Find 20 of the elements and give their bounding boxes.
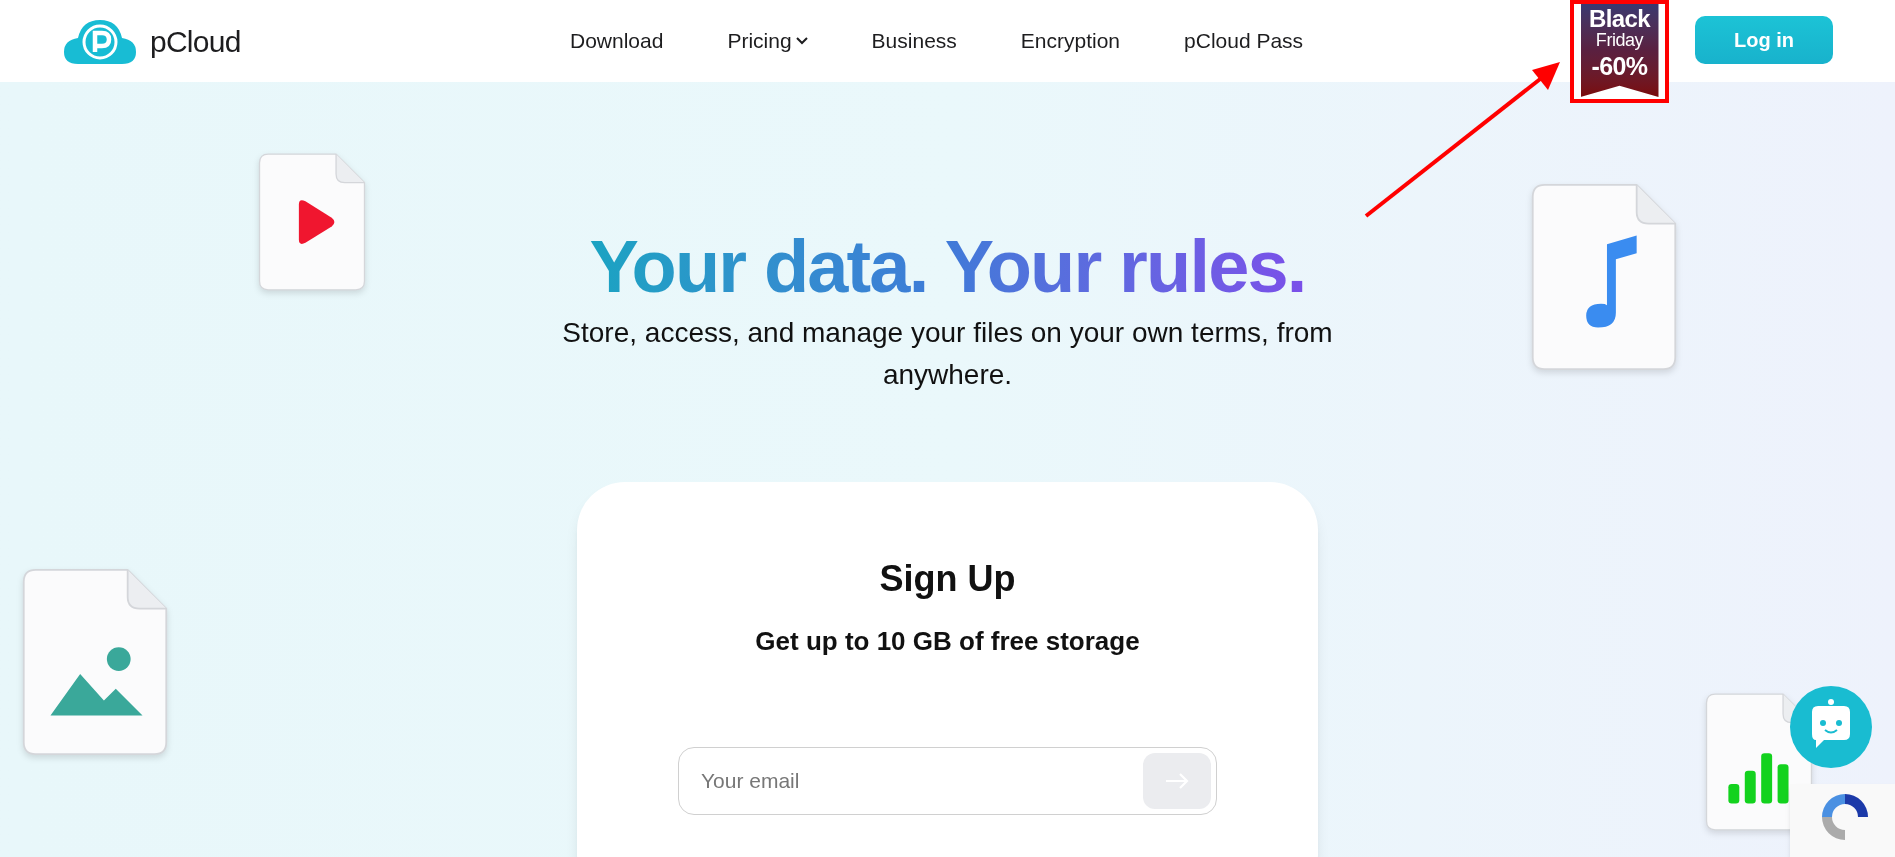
hero-subtitle: Store, access, and manage your files on your own terms, from anywhere. [561, 316, 1334, 392]
logo-text: pCloud [150, 23, 241, 60]
music-file-icon [1529, 182, 1679, 372]
nav-link[interactable]: Encryption [1020, 25, 1121, 57]
badge-discount: -60% [1591, 54, 1648, 79]
submit-button[interactable] [1143, 753, 1211, 809]
promo-badge[interactable]: Black Friday -60% [1580, 4, 1659, 97]
signup-title: Sign Up [879, 557, 1016, 601]
email-field[interactable]: Your email [678, 747, 1217, 815]
chatbot-icon[interactable] [1790, 686, 1872, 768]
nav-link[interactable]: Download [570, 25, 664, 57]
badge-subtitle: Friday [1595, 31, 1644, 49]
video-file-icon [257, 152, 367, 292]
image-file-icon [20, 567, 170, 757]
nav-link[interactable]: pCloud Pass [1184, 25, 1304, 57]
nav-link[interactable]: Business [871, 25, 957, 57]
signup-subtitle: Get up to 10 GB of free storage [755, 625, 1140, 658]
nav-link[interactable]: Pricing [727, 25, 808, 57]
badge-title: Black [1588, 7, 1650, 31]
chevron-down-icon [795, 37, 808, 45]
